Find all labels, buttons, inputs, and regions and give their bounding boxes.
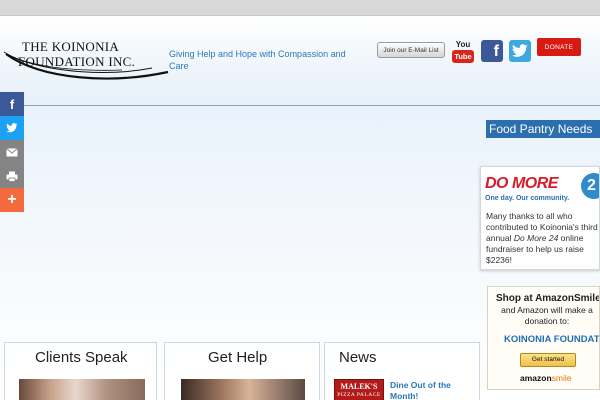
do-more-24-card[interactable]: DO MORE 2 One day. Our community. Many t…	[480, 166, 600, 270]
share-more-icon[interactable]: +	[0, 188, 24, 212]
browser-top-bar	[0, 0, 600, 16]
share-email-icon[interactable]	[0, 140, 24, 164]
clients-speak-panel: Clients Speak	[4, 342, 157, 400]
social-share-bar: f +	[0, 92, 24, 212]
maleks-pizza-logo[interactable]: MALEK'S PIZZA PALACE	[334, 379, 384, 400]
twitter-bird-icon	[512, 44, 528, 57]
clients-photo[interactable]	[19, 379, 145, 400]
do-more-text-em: Do More 24	[513, 233, 559, 243]
youtube-icon[interactable]: You Tube	[451, 40, 475, 63]
news-panel: News MALEK'S PIZZA PALACE Dine Out of th…	[324, 342, 480, 400]
youtube-you-text: You	[455, 40, 471, 49]
site-logo[interactable]: THE KOINONIA FOUNDATION INC.	[2, 20, 170, 86]
site-tagline: Giving Help and Hope with Compassion and…	[169, 49, 346, 71]
amazon-logo-suffix: smile	[551, 373, 572, 383]
envelope-icon	[6, 147, 18, 156]
get-help-panel: Get Help	[164, 342, 320, 400]
do-more-tagline: One day. Our community.	[485, 195, 570, 202]
news-title[interactable]: News	[339, 349, 377, 366]
maleks-name: MALEK'S	[340, 382, 378, 391]
do-more-circle-badge: 2	[581, 173, 599, 199]
amazonsmile-subtitle: and Amazon will make a donation to:	[501, 305, 593, 326]
get-help-photo[interactable]	[181, 379, 305, 400]
facebook-icon[interactable]: f	[481, 40, 503, 62]
clients-speak-title[interactable]: Clients Speak	[35, 349, 128, 366]
do-more-description: Many thanks to all who contributed to Ko…	[486, 211, 599, 266]
do-more-logo: DO MORE	[485, 175, 558, 192]
share-twitter-bird-icon	[6, 123, 18, 133]
donate-button[interactable]: DONATE	[537, 38, 581, 56]
amazonsmile-title: Shop at AmazonSmile	[496, 293, 600, 304]
news-headline-link[interactable]: Dine Out of the Month!	[390, 380, 470, 400]
twitter-icon[interactable]	[509, 40, 531, 62]
printer-icon	[6, 171, 18, 182]
amazonsmile-org-name: KOINONIA FOUNDATION	[504, 334, 600, 345]
logo-line-1: THE KOINONIA	[22, 39, 120, 54]
logo-line-2: FOUNDATION INC.	[18, 54, 136, 69]
amazon-logo-word: amazon	[520, 373, 552, 383]
get-help-title[interactable]: Get Help	[208, 349, 267, 366]
amazonsmile-logo: amazonsmile	[520, 373, 572, 383]
share-print-icon[interactable]	[0, 164, 24, 188]
amazonsmile-card[interactable]: Shop at AmazonSmile and Amazon will make…	[487, 286, 600, 390]
food-pantry-needs-link[interactable]: Food Pantry Needs	[486, 120, 600, 138]
youtube-tube-text: Tube	[452, 50, 474, 63]
share-twitter-icon[interactable]	[0, 116, 24, 140]
share-facebook-icon[interactable]: f	[0, 92, 24, 116]
maleks-sub: PIZZA PALACE	[337, 392, 381, 398]
email-list-button[interactable]: Join our E-Mail List	[377, 42, 445, 58]
amazonsmile-get-started-button[interactable]: Get started	[520, 353, 576, 367]
